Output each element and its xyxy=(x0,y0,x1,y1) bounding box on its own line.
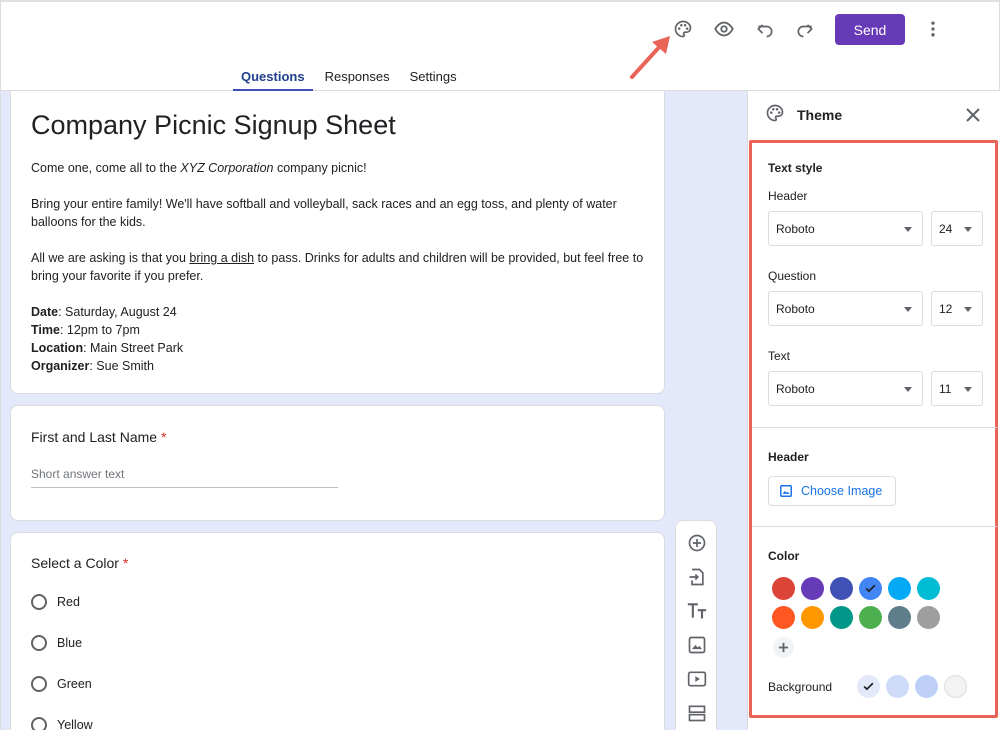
question-font-select[interactable]: Roboto xyxy=(768,291,923,326)
form-editor: Company Picnic Signup Sheet Come one, co… xyxy=(0,91,747,730)
chevron-down-icon xyxy=(964,307,972,312)
add-custom-color-icon[interactable] xyxy=(773,637,794,658)
background-swatch[interactable] xyxy=(915,675,938,698)
form-header-card[interactable]: Company Picnic Signup Sheet Come one, co… xyxy=(10,91,665,394)
text-size-select[interactable]: 11 xyxy=(931,371,983,406)
background-swatch-selected[interactable] xyxy=(857,675,880,698)
palette-icon xyxy=(765,103,785,128)
more-vert-icon[interactable] xyxy=(920,16,946,42)
required-asterisk: * xyxy=(122,555,129,571)
radio-option-yellow[interactable]: Yellow xyxy=(31,715,644,730)
chevron-down-icon xyxy=(904,387,912,392)
company-name: XYZ Corporation xyxy=(180,161,274,175)
color-swatch[interactable] xyxy=(830,606,853,629)
import-questions-icon[interactable] xyxy=(686,566,708,588)
text-font-select[interactable]: Roboto xyxy=(768,371,923,406)
color-swatch[interactable] xyxy=(917,577,940,600)
question-size-select[interactable]: 12 xyxy=(931,291,983,326)
bring-dish-text: bring a dish xyxy=(189,251,255,265)
radio-button[interactable] xyxy=(31,594,47,610)
image-icon xyxy=(780,485,792,497)
short-answer-field[interactable]: Short answer text xyxy=(31,467,338,488)
radio-option-blue[interactable]: Blue xyxy=(31,633,644,653)
add-question-icon[interactable] xyxy=(686,532,708,554)
background-label: Background xyxy=(768,680,833,694)
choose-image-button[interactable]: Choose Image xyxy=(768,476,896,506)
text-style-label: Text style xyxy=(768,161,823,175)
radio-button[interactable] xyxy=(31,717,47,730)
divider xyxy=(752,427,997,428)
preview-eye-icon[interactable] xyxy=(711,16,737,42)
header-image-label: Header xyxy=(768,450,809,464)
background-swatch[interactable] xyxy=(886,675,909,698)
color-swatch-selected[interactable] xyxy=(859,577,882,600)
description-paragraph: Bring your entire family! We'll have sof… xyxy=(31,197,617,229)
detail-location: Location: Main Street Park xyxy=(31,341,184,355)
question-card-color[interactable]: Select a Color * Red Blue Green Yellow xyxy=(10,532,665,730)
question-card-name[interactable]: First and Last Name * Short answer text xyxy=(10,405,665,521)
chevron-down-icon xyxy=(904,227,912,232)
background-swatch[interactable] xyxy=(944,675,967,698)
add-title-icon[interactable] xyxy=(686,600,708,622)
tab-responses[interactable]: Responses xyxy=(317,62,398,92)
color-swatch[interactable] xyxy=(801,606,824,629)
radio-option-green[interactable]: Green xyxy=(31,674,644,694)
chevron-down-icon xyxy=(964,227,972,232)
radio-option-red[interactable]: Red xyxy=(31,592,644,612)
add-section-icon[interactable] xyxy=(686,702,708,724)
color-swatch[interactable] xyxy=(801,577,824,600)
question-title: First and Last Name * xyxy=(31,429,167,445)
header-size-select[interactable]: 24 xyxy=(931,211,983,246)
text-font-label: Text xyxy=(768,349,791,363)
theme-panel: Theme Text style Header Roboto 24 Questi… xyxy=(747,91,1000,730)
color-swatch[interactable] xyxy=(888,577,911,600)
header-font-select[interactable]: Roboto xyxy=(768,211,923,246)
form-title[interactable]: Company Picnic Signup Sheet xyxy=(31,110,644,141)
redo-icon[interactable] xyxy=(792,16,818,42)
form-description[interactable]: Come one, come all to the XYZ Corporatio… xyxy=(31,159,644,375)
question-title: Select a Color * xyxy=(31,555,129,571)
floating-toolbar xyxy=(675,520,717,730)
detail-date: Date: Saturday, August 24 xyxy=(31,305,177,319)
color-swatch[interactable] xyxy=(888,606,911,629)
detail-time: Time: 12pm to 7pm xyxy=(31,323,140,337)
add-image-icon[interactable] xyxy=(686,634,708,656)
color-swatch[interactable] xyxy=(830,577,853,600)
color-swatch[interactable] xyxy=(772,577,795,600)
chevron-down-icon xyxy=(904,307,912,312)
radio-button[interactable] xyxy=(31,676,47,692)
question-font-label: Question xyxy=(768,269,817,283)
color-swatch[interactable] xyxy=(772,606,795,629)
annotation-arrow-icon xyxy=(630,36,670,79)
close-icon[interactable] xyxy=(963,105,983,125)
color-swatch[interactable] xyxy=(859,606,882,629)
add-video-icon[interactable] xyxy=(686,668,708,690)
divider xyxy=(752,526,997,527)
undo-icon[interactable] xyxy=(752,16,778,42)
color-label: Color xyxy=(768,549,800,563)
radio-button[interactable] xyxy=(31,635,47,651)
required-asterisk: * xyxy=(160,429,167,445)
header-font-label: Header xyxy=(768,189,808,203)
tab-questions[interactable]: Questions xyxy=(233,62,313,92)
tab-settings[interactable]: Settings xyxy=(402,62,465,92)
chevron-down-icon xyxy=(964,387,972,392)
detail-organizer: Organizer: Sue Smith xyxy=(31,359,154,373)
send-button[interactable]: Send xyxy=(835,14,905,45)
color-swatch[interactable] xyxy=(917,606,940,629)
top-bar: Send Questions Responses Settings xyxy=(0,0,1000,92)
theme-title: Theme xyxy=(797,107,843,123)
tab-bar: Questions Responses Settings xyxy=(233,62,469,92)
